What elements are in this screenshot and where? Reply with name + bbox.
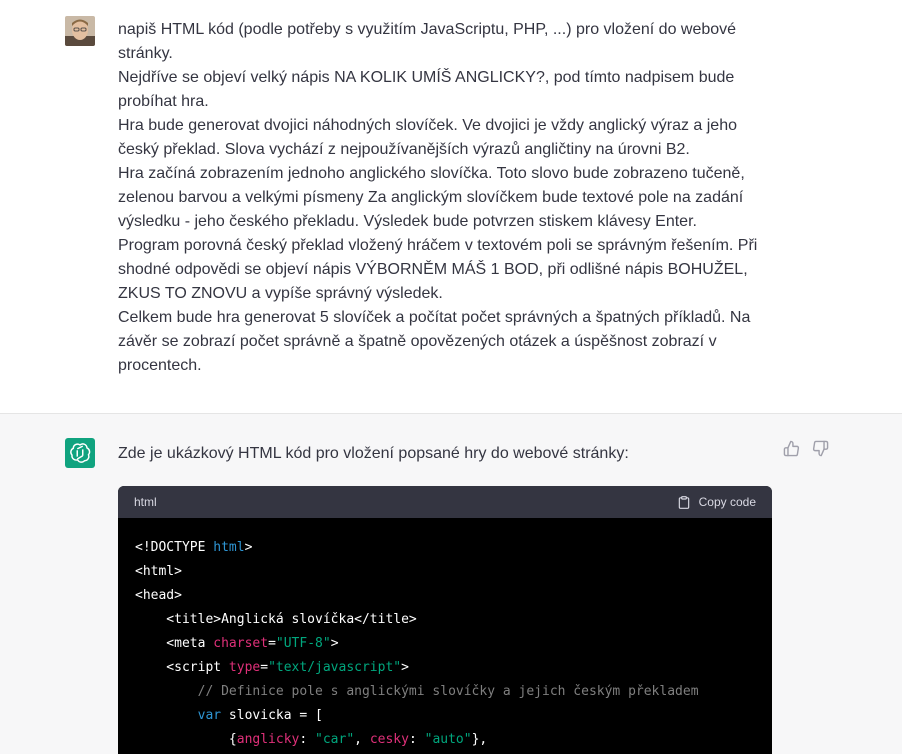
copy-code-label: Copy code [698,495,756,509]
copy-code-button[interactable]: Copy code [677,495,756,510]
code-line: var slovicka = [ [197,708,323,723]
prompt-paragraph: napiš HTML kód (podle potřeby s využitím… [118,21,737,62]
user-prompt: napiš HTML kód (podle potřeby s využitím… [118,18,778,378]
code-block: html Copy code <!DOCTYPE html> <html> <hea… [118,486,772,754]
prompt-paragraph: Hra bude generovat dvojici náhodných slo… [118,117,737,158]
assistant-intro: Zde je ukázkový HTML kód pro vložení pop… [118,445,629,462]
assistant-avatar [65,438,95,468]
thumbs-down-icon[interactable] [812,440,829,457]
code-line: <html> [135,564,182,579]
prompt-paragraph: Hra začíná zobrazením jednoho anglického… [118,165,745,230]
code-content: <!DOCTYPE html> <html> <head> <title>Angli… [118,518,772,752]
code-line: <script type="text/javascript"> [135,660,409,675]
prompt-paragraph: Nejdříve se objeví velký nápis NA KOLIK … [118,69,735,110]
user-avatar [65,16,95,46]
code-language-label: html [134,495,157,509]
code-line: <!DOCTYPE html> [135,540,253,555]
code-line: <meta charset="UTF-8"> [135,636,339,651]
thumbs-up-icon[interactable] [783,440,800,457]
code-line: <head> [135,588,182,603]
prompt-paragraph: Program porovná český překlad vložený hr… [118,237,758,302]
code-line: // Definice pole s anglickými slovíčky a… [135,684,699,699]
code-line: <title>Anglická slovíčka</title> [135,612,417,627]
prompt-paragraph: Celkem bude hra generovat 5 slovíček a p… [118,309,751,374]
code-line: {anglicky: "car", cesky: "auto"}, [135,732,488,747]
clipboard-icon [678,495,689,509]
code-header: html Copy code [118,486,772,518]
openai-logo-icon [70,443,91,463]
user-message: napiš HTML kód (podle potřeby s využitím… [0,0,902,414]
user-avatar-photo-icon [65,16,95,46]
feedback-buttons [783,440,831,460]
